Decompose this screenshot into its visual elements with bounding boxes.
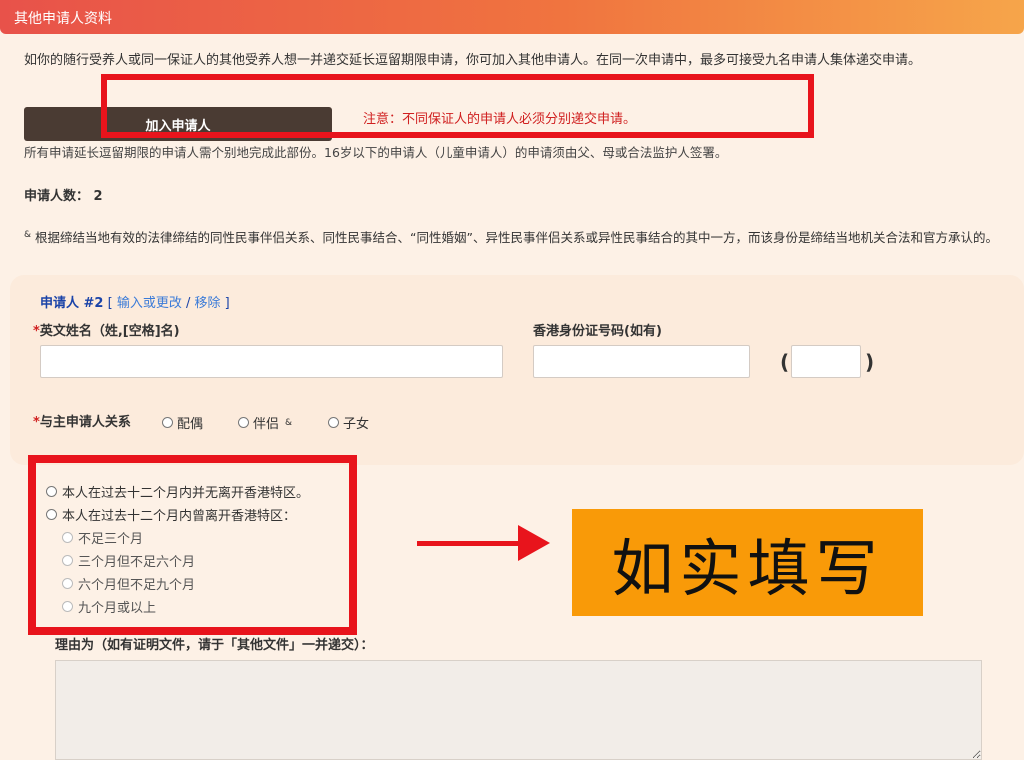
english-name-label: *英文姓名（姓,[空格]名) [33, 320, 180, 339]
edit-applicant-link[interactable]: 输入或更改 [117, 296, 182, 311]
relationship-option-child[interactable]: 子女 [328, 413, 369, 432]
remove-applicant-link[interactable]: 移除 [195, 296, 221, 311]
intro-text: 如你的随行受养人或同一保证人的其他受养人想一并递交延长逗留期限申请，你可加入其他… [24, 53, 922, 68]
hkid-input[interactable] [533, 345, 750, 378]
partnership-footnote: & 根据缔结当地有效的法律缔结的同性民事伴侣关系、同性民事结合、“同性婚姻”、异… [24, 225, 1014, 248]
applicant-count: 申请人数： 2 [24, 185, 103, 204]
radio-circle-icon[interactable] [162, 417, 173, 428]
applicant-count-value: 2 [93, 189, 103, 204]
applicant-heading: 申请人 #2 [ 输入或更改 / 移除 ] [40, 292, 230, 311]
arrow-right-icon [417, 541, 521, 546]
annotation-highlight-box [28, 455, 357, 635]
hkid-check-digit-input[interactable] [791, 345, 861, 378]
relationship-label-text: 与主申请人关系 [39, 415, 131, 430]
signature-note: 所有申请延长逗留期限的申请人需个别地完成此部份。16岁以下的申请人（儿童申请人）… [24, 145, 728, 160]
footnote-mark: & [24, 230, 32, 240]
hkid-label: 香港身份证号码(如有) [533, 324, 662, 339]
relationship-option-partner[interactable]: 伴侣 & [238, 413, 292, 432]
annotation-highlight-box [101, 74, 814, 138]
arrow-head-icon [518, 525, 550, 561]
radio-circle-icon[interactable] [328, 417, 339, 428]
section-title: 其他申请人资料 [14, 11, 112, 27]
section-header: 其他申请人资料 [0, 0, 1024, 34]
applicant-number: 申请人 #2 [40, 296, 104, 311]
bracket-open: [ [107, 296, 113, 311]
required-mark: * [33, 415, 40, 430]
footnote-text: 根据缔结当地有效的法律缔结的同性民事伴侣关系、同性民事结合、“同性婚姻”、异性民… [35, 230, 998, 246]
paren-close: ) [865, 350, 875, 374]
link-separator: / [185, 296, 191, 311]
required-mark: * [33, 324, 40, 339]
bracket-close: ] [224, 296, 230, 311]
english-name-label-text: 英文姓名（姓,[空格]名) [39, 324, 180, 339]
radio-circle-icon[interactable] [238, 417, 249, 428]
reason-label: 理由为（如有证明文件，请于「其他文件」一并递交）： [55, 638, 374, 653]
relationship-option-spouse[interactable]: 配偶 [162, 413, 203, 432]
paren-open: ( [780, 350, 790, 374]
fill-truthfully-banner: 如实填写 [572, 509, 923, 616]
english-name-input[interactable] [40, 345, 503, 378]
relationship-option-label: 子女 [343, 417, 370, 432]
footnote-mark: & [285, 417, 293, 428]
applicant-count-label: 申请人数： [24, 189, 90, 204]
relationship-label: *与主申请人关系 [33, 411, 131, 430]
relationship-option-label: 伴侣 [253, 417, 280, 432]
reason-textarea[interactable] [55, 660, 982, 760]
relationship-option-label: 配偶 [177, 417, 204, 432]
